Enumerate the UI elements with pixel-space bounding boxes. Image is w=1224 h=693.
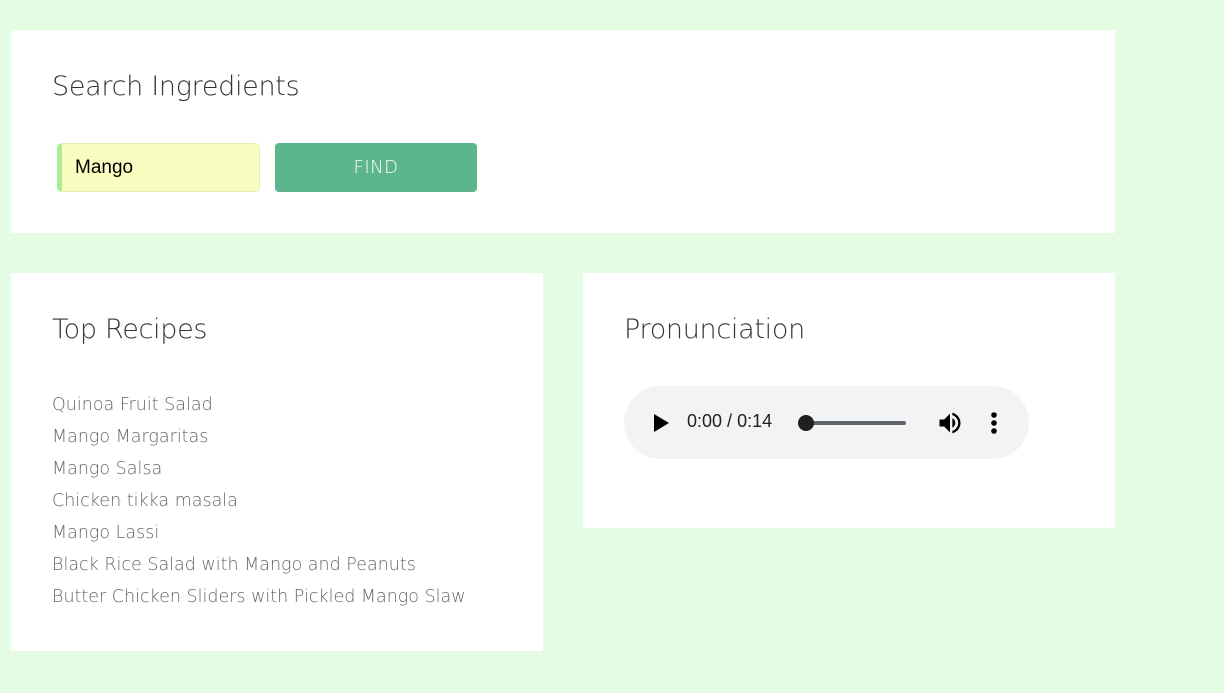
more-vert-icon [991, 412, 997, 434]
pronunciation-title: Pronunciation [624, 314, 805, 345]
search-ingredients-card: Search Ingredients FIND [11, 30, 1115, 233]
audio-player: 0:00/0:14 [624, 386, 1029, 459]
recipe-item[interactable]: Black Rice Salad with Mango and Peanuts [52, 549, 466, 581]
time-separator: / [727, 411, 733, 431]
pronunciation-card: Pronunciation 0:00/0:14 [583, 273, 1115, 528]
recipe-list: Quinoa Fruit Salad Mango Margaritas Mang… [52, 389, 466, 613]
play-button[interactable] [650, 412, 672, 434]
recipe-item[interactable]: Chicken tikka masala [52, 485, 466, 517]
progress-slider[interactable] [806, 421, 906, 425]
top-recipes-card: Top Recipes Quinoa Fruit Salad Mango Mar… [11, 273, 543, 651]
recipe-item[interactable]: Mango Salsa [52, 453, 466, 485]
ingredient-search-input[interactable] [57, 143, 260, 192]
find-button[interactable]: FIND [275, 143, 477, 192]
progress-thumb[interactable] [798, 415, 814, 431]
duration-time: 0:14 [737, 411, 773, 431]
recipe-item[interactable]: Mango Margaritas [52, 421, 466, 453]
volume-button[interactable] [936, 409, 964, 437]
time-display: 0:00/0:14 [687, 411, 772, 432]
play-icon [654, 414, 669, 432]
volume-icon [939, 412, 961, 434]
recipe-item[interactable]: Quinoa Fruit Salad [52, 389, 466, 421]
search-ingredients-title: Search Ingredients [52, 71, 300, 102]
current-time: 0:00 [687, 411, 723, 431]
recipe-item[interactable]: Mango Lassi [52, 517, 466, 549]
recipe-item[interactable]: Butter Chicken Sliders with Pickled Mang… [52, 581, 466, 613]
top-recipes-title: Top Recipes [52, 314, 208, 345]
more-options-button[interactable] [984, 409, 1004, 437]
